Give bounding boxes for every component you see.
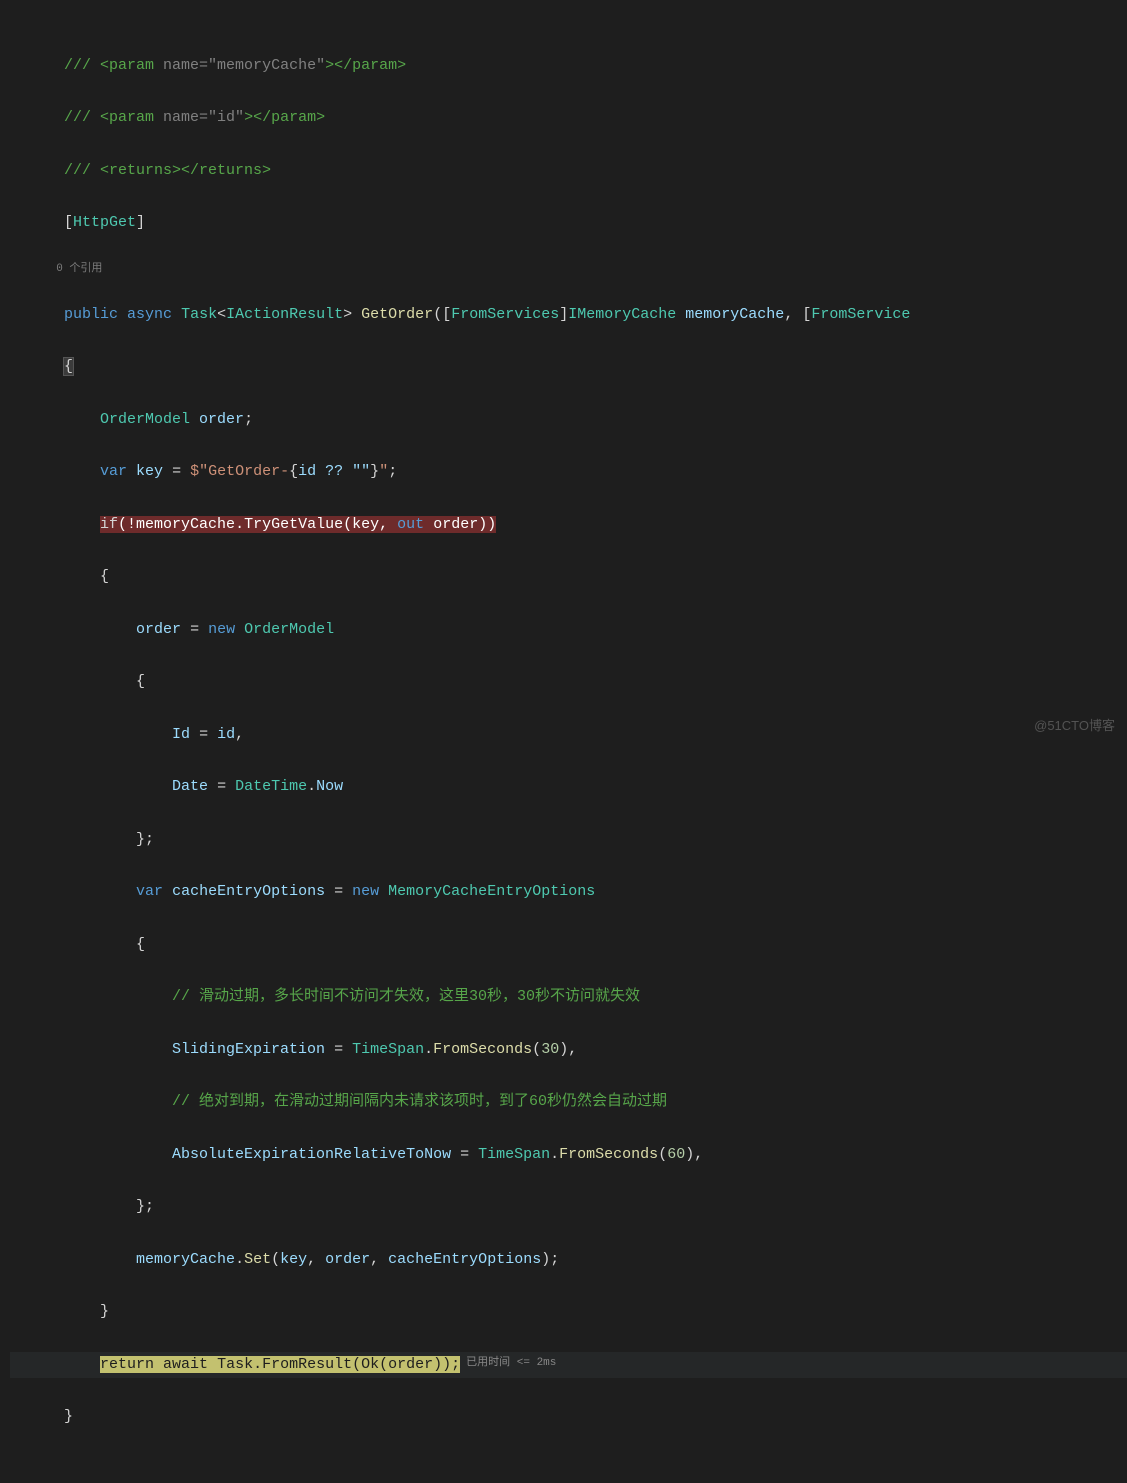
code-line[interactable]: } <box>10 1404 1127 1430</box>
highlighted-return-statement: return await Task.FromResult(Ok(order)); <box>100 1356 460 1373</box>
code-line[interactable]: return await Task.FromResult(Ok(order));… <box>10 1352 1127 1378</box>
codelens-references[interactable]: 0 个引用 <box>10 263 1127 276</box>
code-line[interactable]: { <box>10 354 1127 380</box>
code-line[interactable]: { <box>10 932 1127 958</box>
brace-open-highlight: { <box>64 358 73 375</box>
code-line[interactable]: /// <param name="id"></param> <box>10 105 1127 131</box>
string-literal: $"GetOrder-{id ?? ""}" <box>190 463 388 480</box>
code-line[interactable]: [HttpGet] <box>10 210 1127 236</box>
code-line[interactable]: SlidingExpiration = TimeSpan.FromSeconds… <box>10 1037 1127 1063</box>
attribute-httpget: HttpGet <box>73 214 136 231</box>
code-line[interactable]: } <box>10 1299 1127 1325</box>
xml-doc: /// <param name="id"></param> <box>64 109 325 126</box>
perf-hint-elapsed: 已用时间 <= 2ms <box>466 1357 556 1369</box>
code-line[interactable]: Id = id, <box>10 722 1127 748</box>
code-line[interactable]: public async Task<IActionResult> GetOrde… <box>10 302 1127 328</box>
code-line[interactable]: }; <box>10 827 1127 853</box>
code-line[interactable]: order = new OrderModel <box>10 617 1127 643</box>
code-line[interactable]: { <box>10 669 1127 695</box>
comment-absolute: // 绝对到期，在滑动过期间隔内未请求该项时，到了60秒仍然会自动过期 <box>172 1093 667 1110</box>
xml-doc: /// <param name="memoryCache"></param> <box>64 57 406 74</box>
code-editor[interactable]: /// <param name="memoryCache"></param> /… <box>0 0 1127 1483</box>
method-name: GetOrder <box>361 306 433 323</box>
code-line[interactable]: memoryCache.Set(key, order, cacheEntryOp… <box>10 1247 1127 1273</box>
code-line[interactable]: }; <box>10 1194 1127 1220</box>
code-line[interactable]: if(!memoryCache.TryGetValue(key, out ord… <box>10 512 1127 538</box>
code-line[interactable]: OrderModel order; <box>10 407 1127 433</box>
watermark-label: @51CTO博客 <box>1034 715 1115 738</box>
code-line[interactable]: // 绝对到期，在滑动过期间隔内未请求该项时，到了60秒仍然会自动过期 <box>10 1089 1127 1115</box>
code-line[interactable]: // 滑动过期，多长时间不访问才失效，这里30秒，30秒不访问就失效 <box>10 984 1127 1010</box>
code-line[interactable]: { <box>10 564 1127 590</box>
code-line[interactable]: Date = DateTime.Now <box>10 774 1127 800</box>
code-line[interactable]: var key = $"GetOrder-{id ?? ""}"; <box>10 459 1127 485</box>
code-line[interactable]: /// <returns></returns> <box>10 158 1127 184</box>
code-line[interactable]: /// <param name="memoryCache"></param> <box>10 53 1127 79</box>
xml-doc: /// <returns></returns> <box>64 162 271 179</box>
comment-sliding: // 滑动过期，多长时间不访问才失效，这里30秒，30秒不访问就失效 <box>172 988 640 1005</box>
code-line[interactable]: AbsoluteExpirationRelativeToNow = TimeSp… <box>10 1142 1127 1168</box>
code-line[interactable]: var cacheEntryOptions = new MemoryCacheE… <box>10 879 1127 905</box>
highlighted-if-condition: if(!memoryCache.TryGetValue(key, out ord… <box>100 516 496 533</box>
